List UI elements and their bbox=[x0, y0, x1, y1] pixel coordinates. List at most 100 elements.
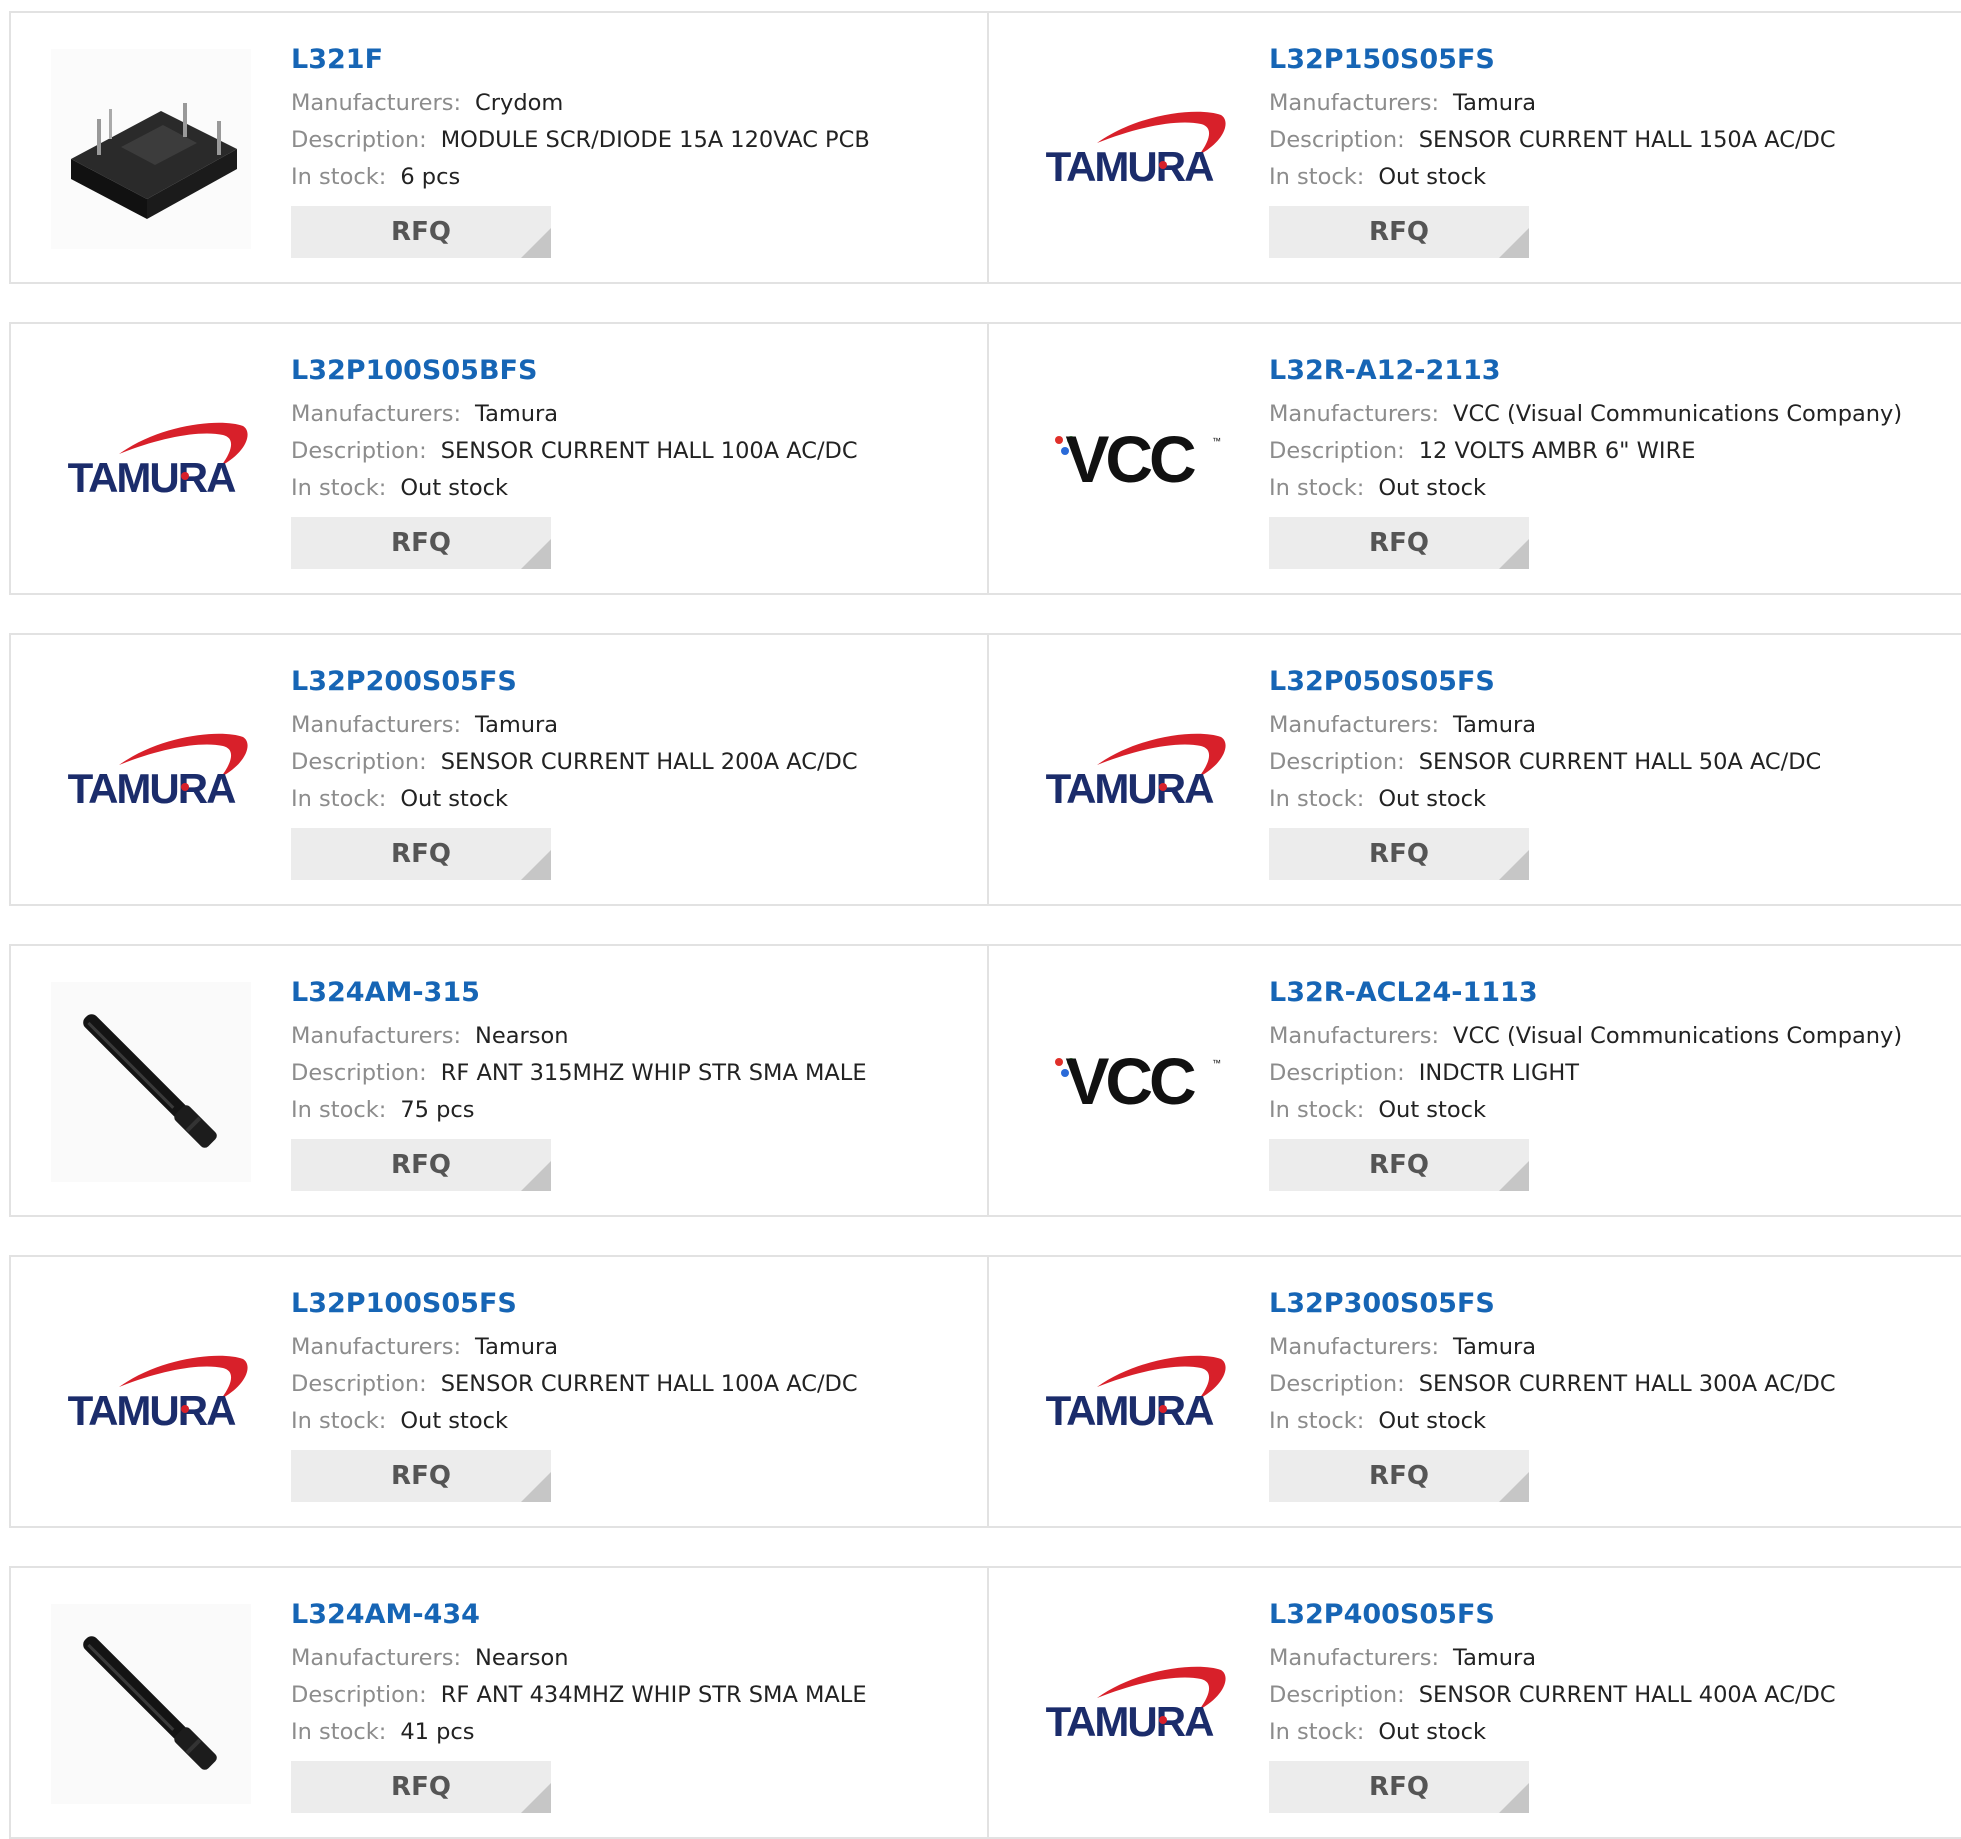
rfq-button[interactable]: RFQ bbox=[1269, 1761, 1529, 1813]
description-label: Description: bbox=[291, 1060, 427, 1086]
product-image[interactable]: TAMURA bbox=[51, 1293, 251, 1493]
part-number-link[interactable]: L32P150S05FS bbox=[1269, 43, 1836, 77]
product-card: L324AM-434 Manufacturers: Nearson Descrip… bbox=[11, 1568, 987, 1837]
stock-line: In stock: 41 pcs bbox=[291, 1714, 867, 1751]
product-card: VCC ™ L32R-ACL24-1113 Manufacturers: VCC … bbox=[987, 946, 1961, 1215]
rfq-label: RFQ bbox=[1369, 1150, 1429, 1180]
description-label: Description: bbox=[1269, 127, 1405, 153]
description-label: Description: bbox=[1269, 1060, 1405, 1086]
rfq-button[interactable]: RFQ bbox=[1269, 517, 1529, 569]
description-value: 12 VOLTS AMBR 6" WIRE bbox=[1418, 438, 1696, 464]
product-image[interactable] bbox=[51, 982, 251, 1182]
rfq-corner-decoration bbox=[521, 850, 551, 880]
rfq-button[interactable]: RFQ bbox=[291, 1450, 551, 1502]
description-line: Description: 12 VOLTS AMBR 6" WIRE bbox=[1269, 433, 1902, 470]
part-number-link[interactable]: L32R-ACL24-1113 bbox=[1269, 976, 1902, 1010]
manufacturer-line: Manufacturers: Nearson bbox=[291, 1640, 867, 1677]
manufacturer-label: Manufacturers: bbox=[291, 1645, 462, 1671]
stock-label: In stock: bbox=[1269, 786, 1365, 812]
rfq-button[interactable]: RFQ bbox=[1269, 1139, 1529, 1191]
manufacturer-label: Manufacturers: bbox=[1269, 1023, 1440, 1049]
rfq-label: RFQ bbox=[1369, 1461, 1429, 1491]
description-value: SENSOR CURRENT HALL 100A AC/DC bbox=[440, 438, 858, 464]
stock-line: In stock: 75 pcs bbox=[291, 1092, 867, 1129]
product-image[interactable]: VCC ™ bbox=[1029, 982, 1229, 1182]
part-number-link[interactable]: L32P200S05FS bbox=[291, 665, 858, 699]
part-number-link[interactable]: L32P100S05FS bbox=[291, 1287, 858, 1321]
stock-value: Out stock bbox=[1378, 164, 1486, 190]
stock-label: In stock: bbox=[1269, 1408, 1365, 1434]
stock-line: In stock: Out stock bbox=[1269, 1714, 1836, 1751]
product-image[interactable]: VCC ™ bbox=[1029, 360, 1229, 560]
manufacturer-line: Manufacturers: VCC (Visual Communications… bbox=[1269, 396, 1902, 433]
product-info: L32P300S05FS Manufacturers: Tamura Descri… bbox=[1269, 1287, 1836, 1502]
product-info: L32R-ACL24-1113 Manufacturers: VCC (Visua… bbox=[1269, 976, 1902, 1191]
manufacturer-label: Manufacturers: bbox=[1269, 401, 1440, 427]
product-info: L32P200S05FS Manufacturers: Tamura Descri… bbox=[291, 665, 858, 880]
description-value: SENSOR CURRENT HALL 300A AC/DC bbox=[1418, 1371, 1836, 1397]
rfq-button[interactable]: RFQ bbox=[1269, 1450, 1529, 1502]
scr-module-photo-icon bbox=[51, 49, 251, 249]
manufacturer-value: Tamura bbox=[1453, 1645, 1537, 1671]
part-number-link[interactable]: L32R-A12-2113 bbox=[1269, 354, 1902, 388]
part-number-link[interactable]: L324AM-434 bbox=[291, 1598, 867, 1632]
product-image[interactable]: TAMURA bbox=[1029, 1293, 1229, 1493]
rfq-button[interactable]: RFQ bbox=[291, 517, 551, 569]
description-line: Description: SENSOR CURRENT HALL 150A AC/… bbox=[1269, 122, 1836, 159]
part-number-link[interactable]: L321F bbox=[291, 43, 870, 77]
part-number-link[interactable]: L32P100S05BFS bbox=[291, 354, 858, 388]
rfq-label: RFQ bbox=[391, 528, 451, 558]
manufacturer-value: Crydom bbox=[475, 90, 564, 116]
stock-label: In stock: bbox=[1269, 475, 1365, 501]
svg-text:TAMURA: TAMURA bbox=[1046, 143, 1215, 190]
stock-value: Out stock bbox=[400, 475, 508, 501]
manufacturer-line: Manufacturers: Nearson bbox=[291, 1018, 867, 1055]
manufacturer-value: Tamura bbox=[475, 1334, 559, 1360]
svg-text:TAMURA: TAMURA bbox=[68, 765, 237, 812]
manufacturer-label: Manufacturers: bbox=[291, 90, 462, 116]
manufacturer-line: Manufacturers: Tamura bbox=[1269, 1640, 1836, 1677]
manufacturer-value: Nearson bbox=[475, 1023, 569, 1049]
product-image[interactable]: TAMURA bbox=[1029, 1604, 1229, 1804]
product-image[interactable] bbox=[51, 1604, 251, 1804]
svg-text:TAMURA: TAMURA bbox=[1046, 765, 1215, 812]
product-image[interactable]: TAMURA bbox=[1029, 671, 1229, 871]
part-number-link[interactable]: L32P050S05FS bbox=[1269, 665, 1821, 699]
product-image[interactable] bbox=[51, 49, 251, 249]
rfq-button[interactable]: RFQ bbox=[1269, 206, 1529, 258]
rfq-label: RFQ bbox=[1369, 1772, 1429, 1802]
manufacturer-value: Tamura bbox=[1453, 1334, 1537, 1360]
part-number-link[interactable]: L324AM-315 bbox=[291, 976, 867, 1010]
stock-value: Out stock bbox=[1378, 786, 1486, 812]
product-row: TAMURA L32P200S05FS Manufacturers: Tamura… bbox=[9, 633, 1961, 906]
product-row: L324AM-434 Manufacturers: Nearson Descrip… bbox=[9, 1566, 1961, 1839]
product-card: L321F Manufacturers: Crydom Description: M… bbox=[11, 13, 987, 282]
rfq-button[interactable]: RFQ bbox=[291, 206, 551, 258]
description-line: Description: RF ANT 434MHZ WHIP STR SMA M… bbox=[291, 1677, 867, 1714]
tamura-logo-icon: TAMURA bbox=[1046, 1355, 1226, 1434]
manufacturer-line: Manufacturers: Tamura bbox=[1269, 85, 1836, 122]
product-image[interactable]: TAMURA bbox=[51, 671, 251, 871]
rfq-corner-decoration bbox=[1499, 539, 1529, 569]
rfq-button[interactable]: RFQ bbox=[291, 1761, 551, 1813]
rfq-button[interactable]: RFQ bbox=[291, 828, 551, 880]
product-info: L32P100S05FS Manufacturers: Tamura Descri… bbox=[291, 1287, 858, 1502]
manufacturer-label: Manufacturers: bbox=[291, 1023, 462, 1049]
rfq-button[interactable]: RFQ bbox=[1269, 828, 1529, 880]
product-row: TAMURA L32P100S05BFS Manufacturers: Tamur… bbox=[9, 322, 1961, 595]
stock-value: 6 pcs bbox=[400, 164, 461, 190]
manufacturer-label: Manufacturers: bbox=[1269, 1334, 1440, 1360]
rfq-button[interactable]: RFQ bbox=[291, 1139, 551, 1191]
part-number-link[interactable]: L32P300S05FS bbox=[1269, 1287, 1836, 1321]
rfq-label: RFQ bbox=[391, 839, 451, 869]
manufacturer-value: Nearson bbox=[475, 1645, 569, 1671]
stock-line: In stock: Out stock bbox=[291, 1403, 858, 1440]
description-label: Description: bbox=[1269, 438, 1405, 464]
manufacturer-label: Manufacturers: bbox=[1269, 90, 1440, 116]
product-image[interactable]: TAMURA bbox=[51, 360, 251, 560]
rfq-corner-decoration bbox=[1499, 1161, 1529, 1191]
product-row: L324AM-315 Manufacturers: Nearson Descrip… bbox=[9, 944, 1961, 1217]
product-image[interactable]: TAMURA bbox=[1029, 49, 1229, 249]
description-line: Description: SENSOR CURRENT HALL 100A AC/… bbox=[291, 1366, 858, 1403]
part-number-link[interactable]: L32P400S05FS bbox=[1269, 1598, 1836, 1632]
